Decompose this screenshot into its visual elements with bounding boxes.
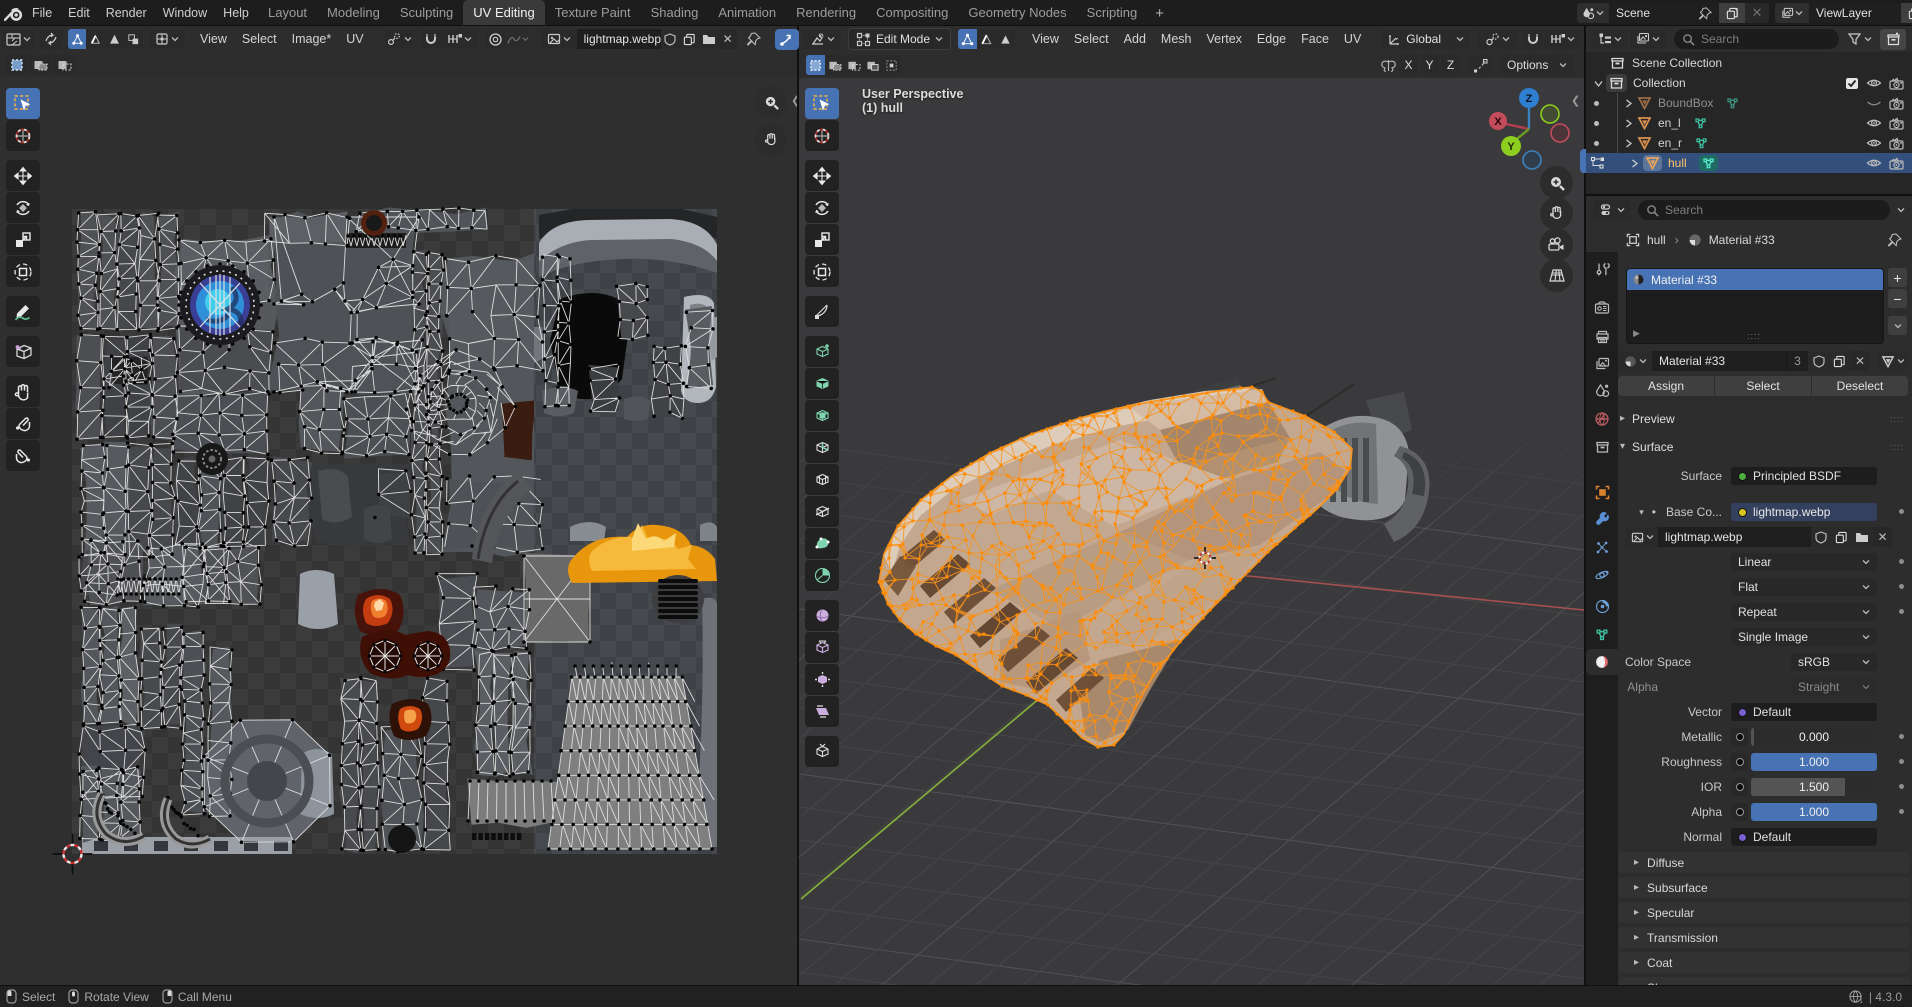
svg-text:Y: Y (1507, 141, 1515, 153)
svg-text:X: X (1494, 116, 1502, 128)
svg-text:1: 1 (1859, 998, 1863, 1004)
svg-text:Z: Z (1526, 93, 1533, 105)
